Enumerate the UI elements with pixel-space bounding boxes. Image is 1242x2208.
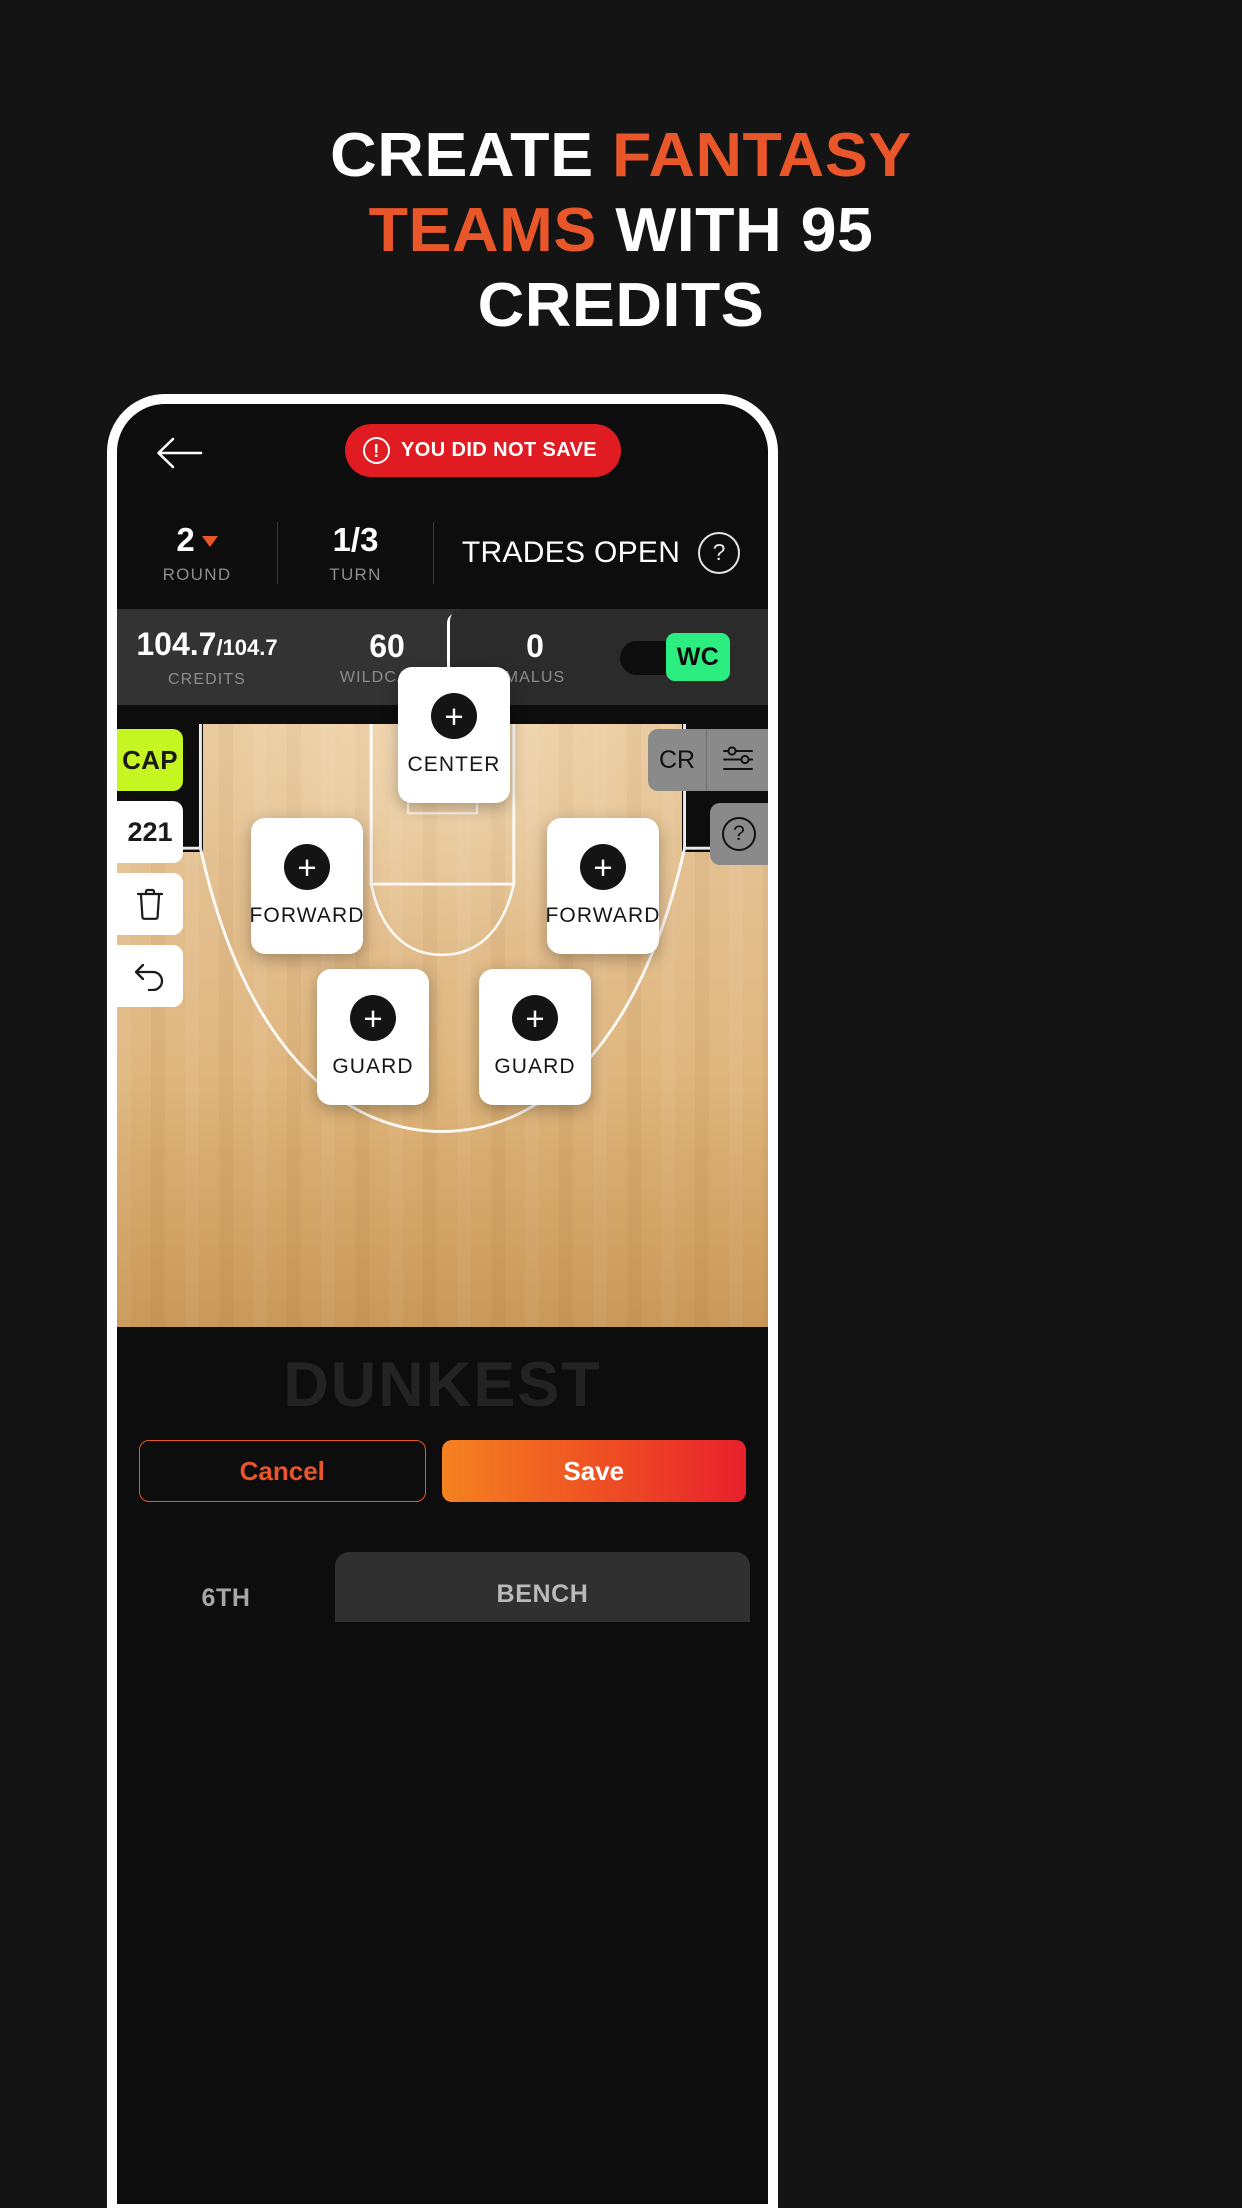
round-value: 2	[176, 520, 195, 558]
roster-slot-guard-left[interactable]: + GUARD	[317, 969, 429, 1105]
chevron-down-icon[interactable]	[201, 536, 218, 547]
stats-row: 2 ROUND 1/3 TURN TRADES OPEN ?	[117, 500, 768, 605]
roster-slot-label: FORWARD	[545, 904, 661, 927]
add-player-icon: +	[431, 693, 477, 739]
add-player-icon: +	[284, 844, 330, 890]
trades-status: TRADES OPEN	[461, 535, 681, 569]
roster-slot-label: GUARD	[332, 1055, 414, 1078]
headline-text-fantasy: FANTASY	[612, 121, 912, 190]
turn-label: TURN	[329, 564, 382, 584]
right-tools-row-1: CR	[648, 729, 768, 791]
wildcard-toggle[interactable]: WC	[620, 633, 738, 681]
undo-icon[interactable]	[117, 945, 183, 1007]
credits-max: /104.7	[216, 634, 278, 660]
help-icon: ?	[722, 817, 756, 851]
cr-button[interactable]: CR	[648, 729, 706, 791]
cancel-button[interactable]: Cancel	[139, 1440, 426, 1502]
left-tools: CAP 221	[117, 729, 183, 1017]
team-number-button[interactable]: 221	[117, 801, 183, 863]
turn-value: 1/3	[332, 520, 379, 558]
add-player-icon: +	[350, 995, 396, 1041]
roster-slot-center[interactable]: + CENTER	[398, 667, 510, 803]
back-arrow-icon[interactable]	[155, 436, 203, 470]
save-banner-label: YOU DID NOT SAVE	[401, 439, 598, 461]
roster-slot-forward-right[interactable]: + FORWARD	[545, 818, 661, 954]
credits-value-wrap: 104.7/104.7	[117, 626, 297, 666]
headline-text-create: CREATE	[330, 121, 613, 190]
credits-value: 104.7	[136, 625, 217, 662]
trash-icon[interactable]	[117, 873, 183, 935]
court-help-button[interactable]: ?	[710, 803, 768, 865]
roster-slot-label: CENTER	[407, 753, 501, 776]
round-label: ROUND	[162, 564, 232, 584]
right-tools-row-2: ?	[648, 803, 768, 865]
roster-slot-forward-left[interactable]: + FORWARD	[249, 818, 365, 954]
bottom-tabs: 6TH BENCH	[117, 1552, 768, 1622]
cap-button[interactable]: CAP	[117, 729, 183, 791]
right-tools: CR ?	[648, 729, 768, 877]
roster-slot-guard-right[interactable]: + GUARD	[479, 969, 591, 1105]
malus-value: 0	[526, 627, 544, 664]
headline-text-teams: TEAMS	[368, 196, 616, 265]
stat-turn: 1/3 TURN	[278, 521, 433, 585]
tab-sixth[interactable]: 6TH	[117, 1552, 335, 1613]
brand-watermark: DUNKEST	[283, 1350, 602, 1420]
add-player-icon: +	[580, 844, 626, 890]
roster-slot-label: FORWARD	[249, 904, 365, 927]
headline-line-2: TEAMS WITH 95	[0, 193, 1242, 268]
round-value-wrap: 2	[121, 521, 273, 559]
save-button[interactable]: Save	[441, 1440, 746, 1502]
headline-line-1: CREATE FANTASY	[0, 118, 1242, 193]
stat-round[interactable]: 2 ROUND	[117, 521, 277, 585]
footer-actions: Cancel Save	[139, 1440, 746, 1502]
credits-label: CREDITS	[168, 670, 246, 688]
tab-bench[interactable]: BENCH	[335, 1552, 750, 1622]
help-icon[interactable]: ?	[698, 531, 740, 574]
sliders-icon[interactable]	[706, 729, 768, 791]
headline-line-3: CREDITS	[477, 271, 765, 340]
status-badge-unsaved[interactable]: ! YOU DID NOT SAVE	[345, 424, 622, 477]
page-title: CREATE FANTASY TEAMS WITH 95 CREDITS	[0, 118, 1242, 343]
warning-icon: !	[363, 437, 390, 464]
app-screen: ! YOU DID NOT SAVE 2 ROUND 1/3 TURN TRAD…	[117, 404, 768, 2204]
phone-mockup: ! YOU DID NOT SAVE 2 ROUND 1/3 TURN TRAD…	[107, 394, 778, 2208]
add-player-icon: +	[512, 995, 558, 1041]
toggle-knob-wc[interactable]: WC	[666, 633, 730, 681]
headline-text-with95: WITH 95	[615, 196, 874, 265]
app-topbar: ! YOU DID NOT SAVE	[117, 404, 768, 500]
roster-slot-label: GUARD	[494, 1055, 576, 1078]
credits-cell: 104.7/104.7 CREDITS	[117, 626, 297, 689]
